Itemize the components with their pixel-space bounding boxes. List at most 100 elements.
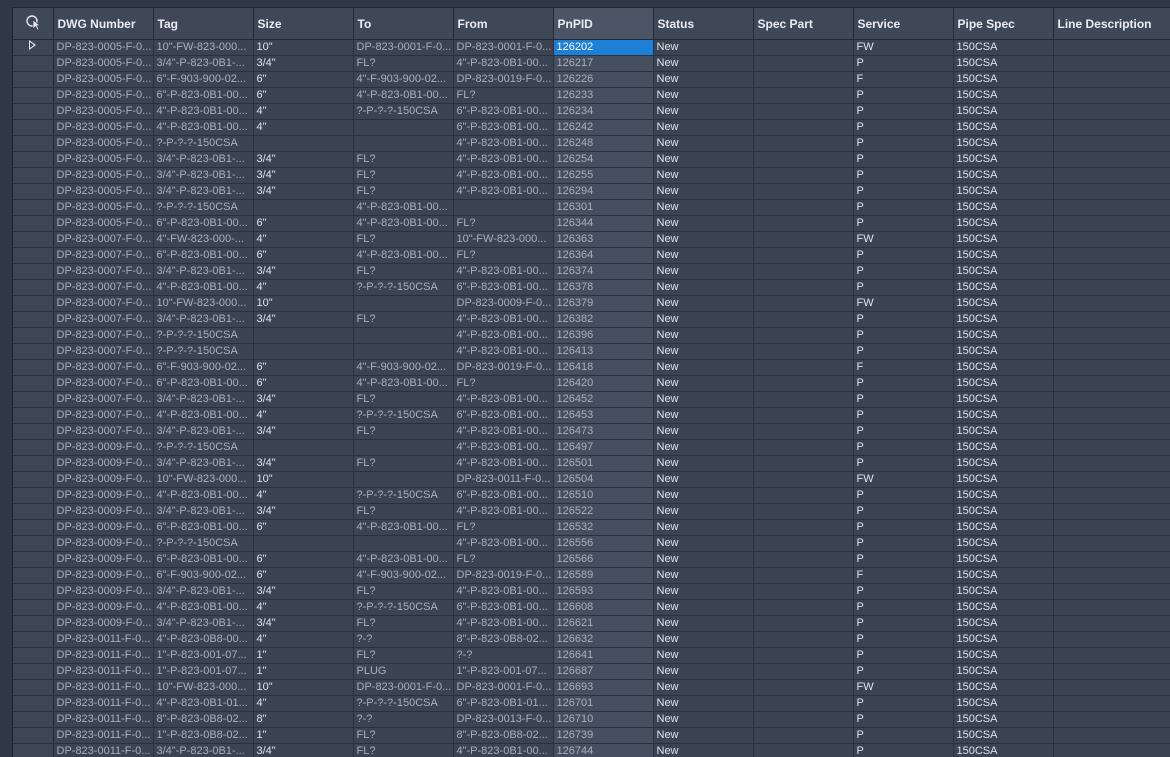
cell-from[interactable]: 1"-P-823-001-07... — [453, 663, 554, 680]
cell-status[interactable]: New — [653, 391, 754, 408]
table-row[interactable]: DP-823-0005-F-0... 4"-P-823-0B1-00... 4" ?-… — [13, 103, 1170, 120]
cell-from[interactable]: 6"-P-823-0B1-01... — [453, 695, 554, 712]
cell-service[interactable]: P — [853, 311, 954, 328]
cell-size[interactable]: 1" — [253, 663, 354, 680]
cell-spec-part[interactable] — [753, 375, 854, 392]
cell-tag[interactable]: 4"-P-823-0B1-00... — [153, 119, 254, 136]
table-row[interactable]: DP-823-0005-F-0... 4"-P-823-0B1-00... 4" 6"… — [13, 119, 1170, 136]
cell-pnpid[interactable]: 126510 — [553, 487, 654, 504]
row-selector[interactable] — [13, 135, 54, 152]
cell-to[interactable] — [353, 135, 454, 152]
cell-size[interactable]: 3/4" — [253, 167, 354, 184]
cell-line-description[interactable] — [1053, 583, 1170, 600]
cell-from[interactable]: FL? — [453, 87, 554, 104]
cell-spec-part[interactable] — [753, 471, 854, 488]
cell-service[interactable]: P — [853, 151, 954, 168]
cell-service[interactable]: P — [853, 583, 954, 600]
cell-from[interactable]: 4"-P-823-0B1-00... — [453, 343, 554, 360]
cell-dwg-number[interactable]: DP-823-0005-F-0... — [53, 103, 154, 120]
cell-to[interactable]: FL? — [353, 583, 454, 600]
table-row[interactable]: DP-823-0009-F-0... 3/4"-P-823-0B1-... 3/4"… — [13, 583, 1170, 600]
column-header-pnpid[interactable]: PnPID — [553, 8, 654, 40]
cell-size[interactable]: 4" — [253, 231, 354, 248]
cell-spec-part[interactable] — [753, 343, 854, 360]
cell-dwg-number[interactable]: DP-823-0007-F-0... — [53, 391, 154, 408]
row-selector[interactable] — [13, 295, 54, 312]
cell-line-description[interactable] — [1053, 135, 1170, 152]
cell-line-description[interactable] — [1053, 535, 1170, 552]
table-row[interactable]: DP-823-0005-F-0... 10"-FW-823-000... 10" DP… — [13, 39, 1170, 56]
cell-line-description[interactable] — [1053, 631, 1170, 648]
cell-dwg-number[interactable]: DP-823-0007-F-0... — [53, 231, 154, 248]
cell-status[interactable]: New — [653, 343, 754, 360]
cell-to[interactable]: 4"-P-823-0B1-00... — [353, 199, 454, 216]
cell-service[interactable]: P — [853, 263, 954, 280]
cell-spec-part[interactable] — [753, 247, 854, 264]
column-header-tag[interactable]: Tag — [153, 8, 254, 40]
cell-status[interactable]: New — [653, 119, 754, 136]
cell-dwg-number[interactable]: DP-823-0011-F-0... — [53, 631, 154, 648]
cell-status[interactable]: New — [653, 359, 754, 376]
cell-from[interactable]: 6"-P-823-0B1-00... — [453, 119, 554, 136]
row-selector[interactable] — [13, 311, 54, 328]
cell-line-description[interactable] — [1053, 327, 1170, 344]
cell-to[interactable] — [353, 119, 454, 136]
cell-service[interactable]: P — [853, 103, 954, 120]
cell-status[interactable]: New — [653, 663, 754, 680]
select-all-header[interactable] — [13, 8, 54, 40]
cell-pipe-spec[interactable]: 150CSA — [953, 247, 1054, 264]
cell-pipe-spec[interactable]: 150CSA — [953, 599, 1054, 616]
cell-pipe-spec[interactable]: 150CSA — [953, 87, 1054, 104]
cell-spec-part[interactable] — [753, 711, 854, 728]
cell-size[interactable] — [253, 199, 354, 216]
cell-tag[interactable]: ?-P-?-?-150CSA — [153, 439, 254, 456]
row-selector[interactable] — [13, 679, 54, 696]
cell-pipe-spec[interactable]: 150CSA — [953, 215, 1054, 232]
cell-dwg-number[interactable]: DP-823-0011-F-0... — [53, 647, 154, 664]
cell-pnpid[interactable]: 126217 — [553, 55, 654, 72]
cell-pipe-spec[interactable]: 150CSA — [953, 295, 1054, 312]
cell-tag[interactable]: ?-P-?-?-150CSA — [153, 327, 254, 344]
cell-tag[interactable]: ?-P-?-?-150CSA — [153, 135, 254, 152]
cell-dwg-number[interactable]: DP-823-0007-F-0... — [53, 375, 154, 392]
table-row[interactable]: DP-823-0005-F-0... 6"-F-903-900-02... 6" 4"… — [13, 71, 1170, 88]
cell-to[interactable]: 4"-P-823-0B1-00... — [353, 519, 454, 536]
cell-line-description[interactable] — [1053, 183, 1170, 200]
cell-pnpid[interactable]: 126608 — [553, 599, 654, 616]
cell-from[interactable]: 4"-P-823-0B1-00... — [453, 311, 554, 328]
cell-line-description[interactable] — [1053, 295, 1170, 312]
cell-dwg-number[interactable]: DP-823-0009-F-0... — [53, 503, 154, 520]
cell-pipe-spec[interactable]: 150CSA — [953, 231, 1054, 248]
cell-spec-part[interactable] — [753, 567, 854, 584]
cell-service[interactable]: P — [853, 391, 954, 408]
row-selector[interactable] — [13, 615, 54, 632]
cell-spec-part[interactable] — [753, 455, 854, 472]
cell-pipe-spec[interactable]: 150CSA — [953, 455, 1054, 472]
table-row[interactable]: DP-823-0009-F-0... 6"-P-823-0B1-00... 6" 4"… — [13, 551, 1170, 568]
cell-to[interactable]: ?-? — [353, 711, 454, 728]
cell-pnpid[interactable]: 126522 — [553, 503, 654, 520]
cell-tag[interactable]: 3/4"-P-823-0B1-... — [153, 503, 254, 520]
cell-service[interactable]: P — [853, 727, 954, 744]
cell-line-description[interactable] — [1053, 695, 1170, 712]
cell-service[interactable]: P — [853, 615, 954, 632]
cell-dwg-number[interactable]: DP-823-0007-F-0... — [53, 263, 154, 280]
cell-to[interactable]: DP-823-0001-F-0... — [353, 39, 454, 56]
cell-pnpid[interactable]: 126473 — [553, 423, 654, 440]
cell-to[interactable]: 4"-F-903-900-02... — [353, 359, 454, 376]
cell-line-description[interactable] — [1053, 87, 1170, 104]
cell-status[interactable]: New — [653, 135, 754, 152]
cell-spec-part[interactable] — [753, 487, 854, 504]
row-selector[interactable] — [13, 599, 54, 616]
cell-status[interactable]: New — [653, 583, 754, 600]
row-selector[interactable] — [13, 583, 54, 600]
cell-dwg-number[interactable]: DP-823-0007-F-0... — [53, 343, 154, 360]
cell-pipe-spec[interactable]: 150CSA — [953, 679, 1054, 696]
table-row[interactable]: DP-823-0005-F-0... 3/4"-P-823-0B1-... 3/4"… — [13, 183, 1170, 200]
cell-service[interactable]: FW — [853, 679, 954, 696]
cell-line-description[interactable] — [1053, 247, 1170, 264]
cell-tag[interactable]: 4"-P-823-0B8-00... — [153, 631, 254, 648]
cell-size[interactable]: 6" — [253, 71, 354, 88]
cell-tag[interactable]: ?-P-?-?-150CSA — [153, 199, 254, 216]
cell-tag[interactable]: 3/4"-P-823-0B1-... — [153, 391, 254, 408]
